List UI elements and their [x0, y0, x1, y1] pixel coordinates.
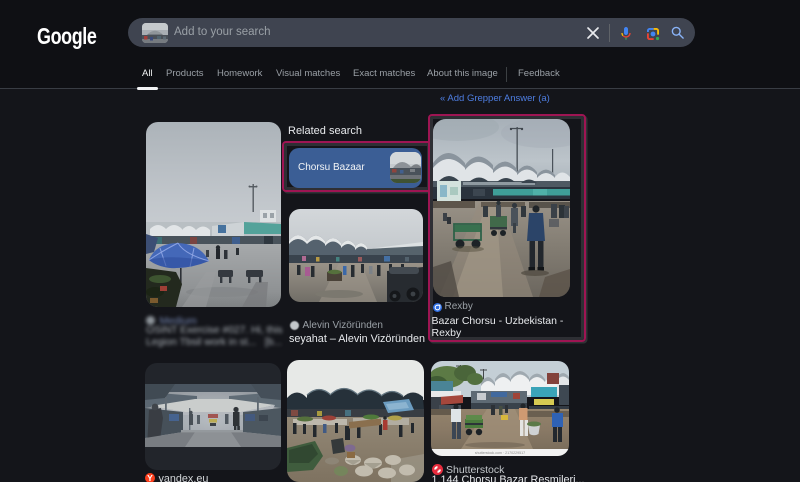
- svg-text:shutterstock.com · 2170229517: shutterstock.com · 2170229517: [475, 451, 525, 455]
